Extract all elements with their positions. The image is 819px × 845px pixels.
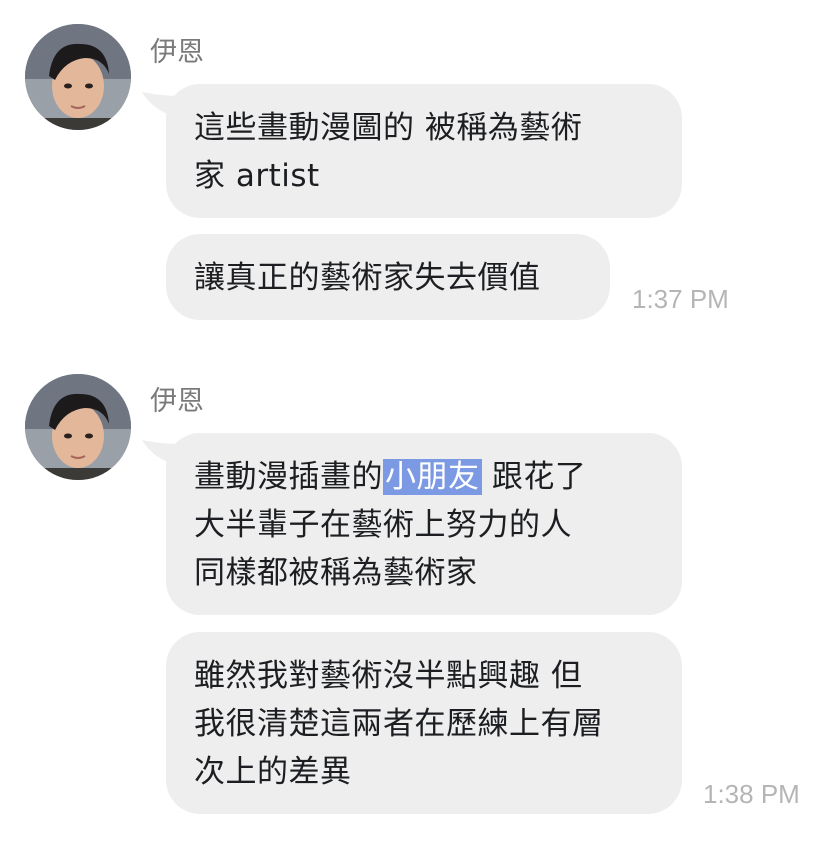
message-text: 畫動漫插畫的 xyxy=(194,459,383,495)
message-line: 同樣都被稱為藝術家 xyxy=(194,555,478,591)
timestamp: 1:38 PM xyxy=(703,779,800,809)
message-line: 雖然我對藝術沒半點興趣 但 xyxy=(194,658,583,694)
message-line: 大半輩子在藝術上努力的人 xyxy=(194,507,572,543)
message-line: 畫動漫插畫的小朋友 跟花了 xyxy=(194,453,654,501)
avatar-photo-icon xyxy=(25,374,131,480)
message-bubble[interactable]: 雖然我對藝術沒半點興趣 但 我很清楚這兩者在歷練上有層 次上的差異 xyxy=(166,632,682,814)
message-bubble[interactable]: 畫動漫插畫的小朋友 跟花了 大半輩子在藝術上努力的人 同樣都被稱為藝術家 xyxy=(166,433,682,615)
highlighted-text[interactable]: 小朋友 xyxy=(383,459,482,495)
message-line: 我很清楚這兩者在歷練上有層 xyxy=(194,706,604,742)
message-text: 跟花了 xyxy=(481,459,587,495)
message-line: 次上的差異 xyxy=(194,754,352,790)
sender-avatar[interactable] xyxy=(25,374,131,480)
message-group-2: 伊恩 畫動漫插畫的小朋友 跟花了 大半輩子在藝術上努力的人 同樣都被稱為藝術家 … xyxy=(0,0,819,845)
sender-name: 伊恩 xyxy=(150,386,204,417)
